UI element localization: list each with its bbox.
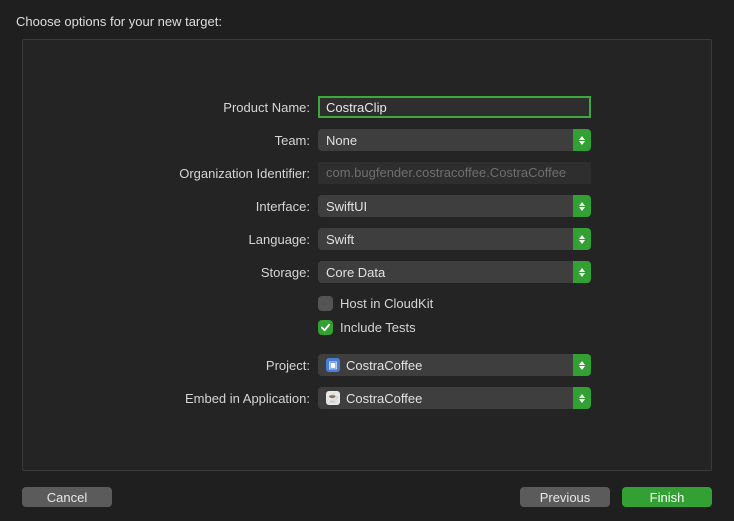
interface-label: Interface: — [43, 199, 318, 214]
org-id-label: Organization Identifier: — [43, 166, 318, 181]
project-label: Project: — [43, 358, 318, 373]
storage-label: Storage: — [43, 265, 318, 280]
project-select[interactable]: ▣ CostraCoffee — [318, 354, 591, 376]
form-panel: Product Name: Team: None Organization Id… — [22, 39, 712, 471]
language-select[interactable]: Swift — [318, 228, 591, 250]
product-name-input[interactable] — [318, 96, 591, 118]
dialog-title: Choose options for your new target: — [0, 0, 734, 39]
interface-value: SwiftUI — [326, 199, 367, 214]
language-label: Language: — [43, 232, 318, 247]
chevron-updown-icon — [573, 354, 591, 376]
previous-button[interactable]: Previous — [520, 487, 610, 507]
language-value: Swift — [326, 232, 354, 247]
team-value: None — [326, 133, 357, 148]
project-value: CostraCoffee — [346, 358, 422, 373]
embed-select[interactable]: ☕ CostraCoffee — [318, 387, 591, 409]
embed-value: CostraCoffee — [346, 391, 422, 406]
storage-select[interactable]: Core Data — [318, 261, 591, 283]
host-cloudkit-label: Host in CloudKit — [340, 296, 433, 311]
xcode-project-icon: ▣ — [326, 358, 340, 372]
chevron-updown-icon — [573, 387, 591, 409]
footer: Cancel Previous Finish — [0, 487, 734, 507]
chevron-updown-icon — [573, 261, 591, 283]
cancel-button[interactable]: Cancel — [22, 487, 112, 507]
host-cloudkit-checkbox[interactable] — [318, 296, 333, 311]
check-icon — [320, 322, 331, 333]
chevron-updown-icon — [573, 195, 591, 217]
include-tests-label: Include Tests — [340, 320, 416, 335]
team-select[interactable]: None — [318, 129, 591, 151]
chevron-updown-icon — [573, 129, 591, 151]
storage-value: Core Data — [326, 265, 385, 280]
include-tests-checkbox[interactable] — [318, 320, 333, 335]
app-icon: ☕ — [326, 391, 340, 405]
product-name-label: Product Name: — [43, 100, 318, 115]
interface-select[interactable]: SwiftUI — [318, 195, 591, 217]
finish-button[interactable]: Finish — [622, 487, 712, 507]
chevron-updown-icon — [573, 228, 591, 250]
org-id-field: com.bugfender.costracoffee.CostraCoffee — [318, 162, 591, 184]
embed-label: Embed in Application: — [43, 391, 318, 406]
team-label: Team: — [43, 133, 318, 148]
